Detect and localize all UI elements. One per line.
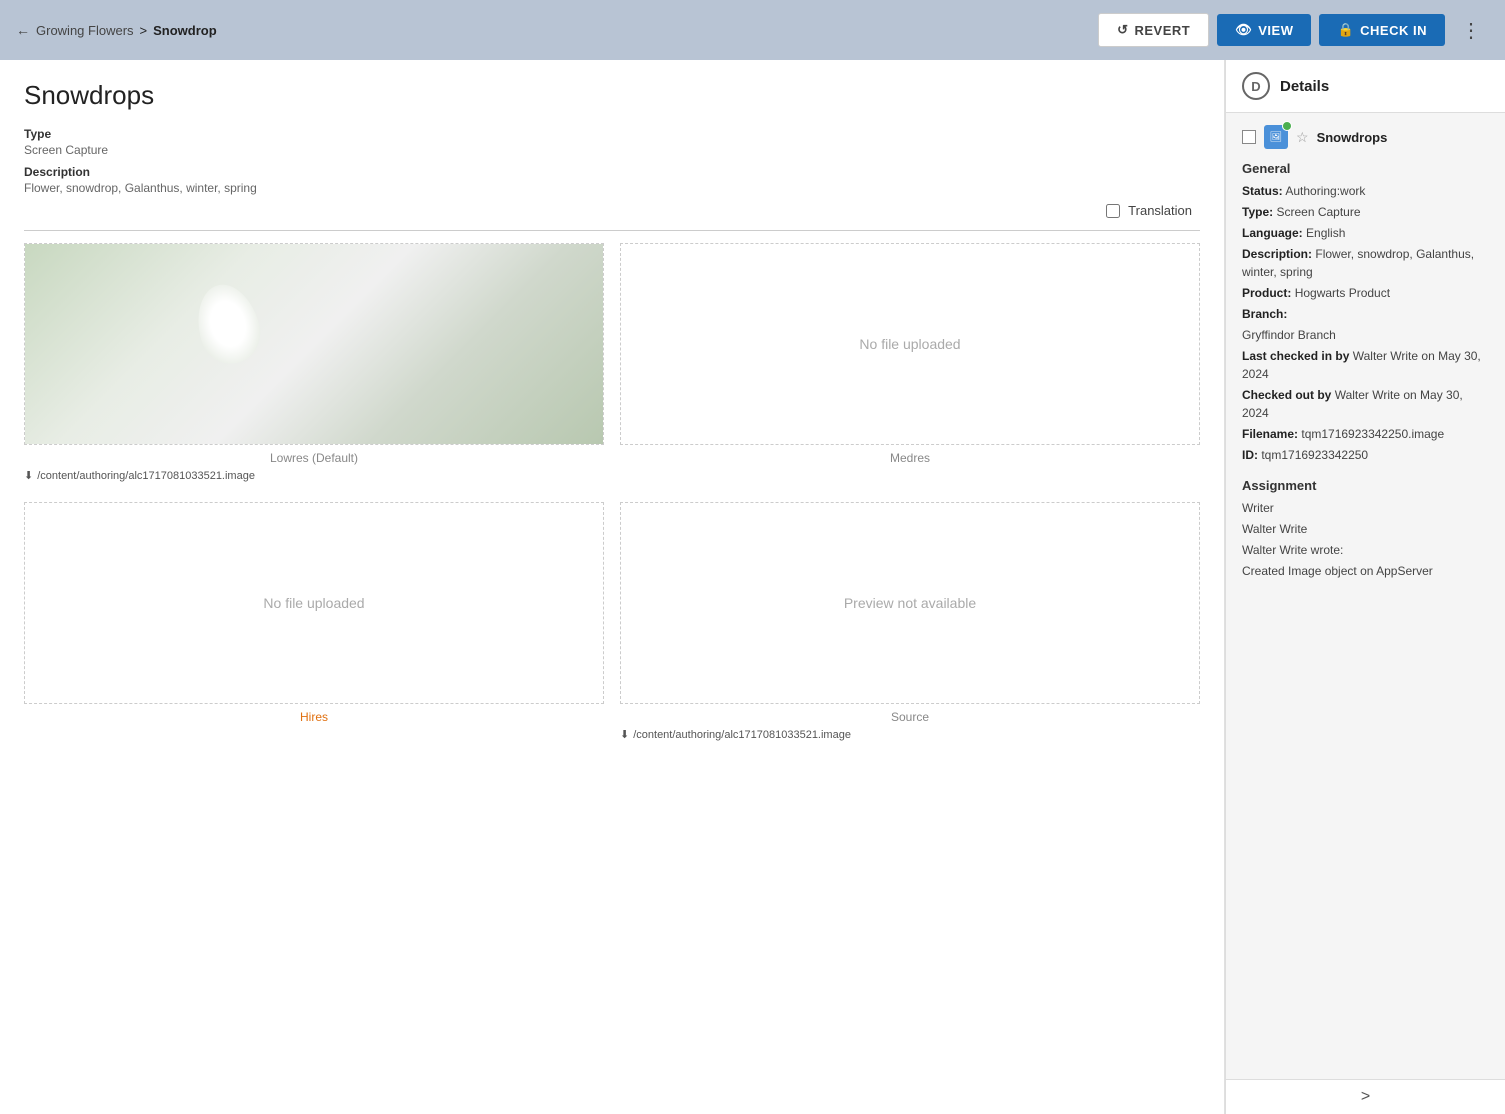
id-row: ID: tqm1716923342250 xyxy=(1242,446,1489,464)
lowres-image-container[interactable] xyxy=(24,243,604,445)
image-file-icon: 🖼 xyxy=(1270,132,1283,143)
lowres-caption: Lowres (Default) xyxy=(24,445,604,469)
breadcrumb-parent[interactable]: Growing Flowers xyxy=(36,23,134,38)
hires-caption: Hires xyxy=(24,704,604,728)
star-icon[interactable]: ☆ xyxy=(1296,129,1309,146)
type-value: Screen Capture xyxy=(24,143,1200,157)
writer-note-row: Walter Write wrote: xyxy=(1242,541,1489,559)
type-meta: Type Screen Capture xyxy=(24,127,1200,157)
back-arrow-icon[interactable]: ← xyxy=(16,22,30,38)
breadcrumb-separator: > xyxy=(140,23,148,38)
panel-header: D Details xyxy=(1226,60,1505,113)
panel-item-name: Snowdrops xyxy=(1317,130,1388,145)
branch-label-row: Branch: xyxy=(1242,305,1489,323)
header-buttons: ↺ REVERT 👁 VIEW 🔒 CHECK IN ⋮ xyxy=(1098,13,1489,47)
content-area: Snowdrops Type Screen Capture Descriptio… xyxy=(0,60,1225,1114)
source-image-container[interactable]: Preview not available xyxy=(620,502,1200,704)
status-row: Status: Authoring:work xyxy=(1242,182,1489,200)
main-layout: Snowdrops Type Screen Capture Descriptio… xyxy=(0,60,1505,1114)
assignment-section: Assignment Writer Walter Write Walter Wr… xyxy=(1242,478,1489,580)
writer-value-row: Walter Write xyxy=(1242,520,1489,538)
image-cell-hires: No file uploaded Hires xyxy=(24,502,604,745)
filename-row: Filename: tqm1716923342250.image xyxy=(1242,425,1489,443)
breadcrumb-current: Snowdrop xyxy=(153,23,217,38)
last-checkedin-row: Last checked in by Walter Write on May 3… xyxy=(1242,347,1489,383)
image-cell-lowres: Lowres (Default) ⬇ /content/authoring/al… xyxy=(24,243,604,486)
type-label: Type xyxy=(24,127,1200,141)
panel-d-icon: D xyxy=(1242,72,1270,100)
language-row: Language: English xyxy=(1242,224,1489,242)
page-title: Snowdrops xyxy=(24,80,1200,111)
checkin-button[interactable]: 🔒 CHECK IN xyxy=(1319,14,1445,46)
description-label: Description xyxy=(24,165,1200,179)
source-download-icon: ⬇ xyxy=(620,728,629,741)
medres-placeholder: No file uploaded xyxy=(621,244,1199,444)
revert-icon: ↺ xyxy=(1117,22,1128,38)
right-panel: D Details 🖼 ☆ Snowdrops General Status: … xyxy=(1225,60,1505,1114)
view-button[interactable]: 👁 VIEW xyxy=(1217,14,1311,46)
writer-label-row: Writer xyxy=(1242,499,1489,517)
description-row: Description: Flower, snowdrop, Galanthus… xyxy=(1242,245,1489,281)
medres-image-container[interactable]: No file uploaded xyxy=(620,243,1200,445)
breadcrumb: ← Growing Flowers > Snowdrop xyxy=(16,22,1090,38)
panel-item-icon: 🖼 xyxy=(1264,125,1288,149)
hires-placeholder: No file uploaded xyxy=(25,503,603,703)
image-grid: Lowres (Default) ⬇ /content/authoring/al… xyxy=(24,243,1200,745)
medres-caption: Medres xyxy=(620,445,1200,469)
eye-icon: 👁 xyxy=(1235,22,1252,38)
content-divider xyxy=(24,230,1200,231)
description-meta: Description Flower, snowdrop, Galanthus,… xyxy=(24,165,1200,195)
general-section-title: General xyxy=(1242,161,1489,176)
writer-note-value-row: Created Image object on AppServer xyxy=(1242,562,1489,580)
panel-title: Details xyxy=(1280,78,1329,95)
image-cell-source: Preview not available Source ⬇ /content/… xyxy=(620,502,1200,745)
snowdrop-image xyxy=(25,244,603,444)
lowres-path: ⬇ /content/authoring/alc1717081033521.im… xyxy=(24,469,604,486)
revert-button[interactable]: ↺ REVERT xyxy=(1098,13,1209,47)
source-path: ⬇ /content/authoring/alc1717081033521.im… xyxy=(620,728,1200,745)
lock-icon: 🔒 xyxy=(1337,22,1354,38)
header: ← Growing Flowers > Snowdrop ↺ REVERT 👁 … xyxy=(0,0,1505,60)
download-icon: ⬇ xyxy=(24,469,33,482)
translation-row: Translation xyxy=(24,203,1200,218)
type-row: Type: Screen Capture xyxy=(1242,203,1489,221)
translation-label: Translation xyxy=(1128,203,1192,218)
translation-checkbox[interactable] xyxy=(1106,204,1120,218)
panel-body: 🖼 ☆ Snowdrops General Status: Authoring:… xyxy=(1226,113,1505,1079)
panel-item-checkbox[interactable] xyxy=(1242,130,1256,144)
source-caption: Source xyxy=(620,704,1200,728)
image-cell-medres: No file uploaded Medres xyxy=(620,243,1200,486)
source-placeholder: Preview not available xyxy=(621,503,1199,703)
panel-item-row: 🖼 ☆ Snowdrops xyxy=(1242,125,1489,149)
description-value: Flower, snowdrop, Galanthus, winter, spr… xyxy=(24,181,1200,195)
badge-indicator xyxy=(1282,121,1292,131)
assignment-title: Assignment xyxy=(1242,478,1489,493)
more-options-button[interactable]: ⋮ xyxy=(1453,14,1489,47)
branch-value-row: Gryffindor Branch xyxy=(1242,326,1489,344)
panel-collapse-button[interactable]: > xyxy=(1226,1079,1505,1114)
product-row: Product: Hogwarts Product xyxy=(1242,284,1489,302)
checked-out-row: Checked out by Walter Write on May 30, 2… xyxy=(1242,386,1489,422)
hires-image-container[interactable]: No file uploaded xyxy=(24,502,604,704)
